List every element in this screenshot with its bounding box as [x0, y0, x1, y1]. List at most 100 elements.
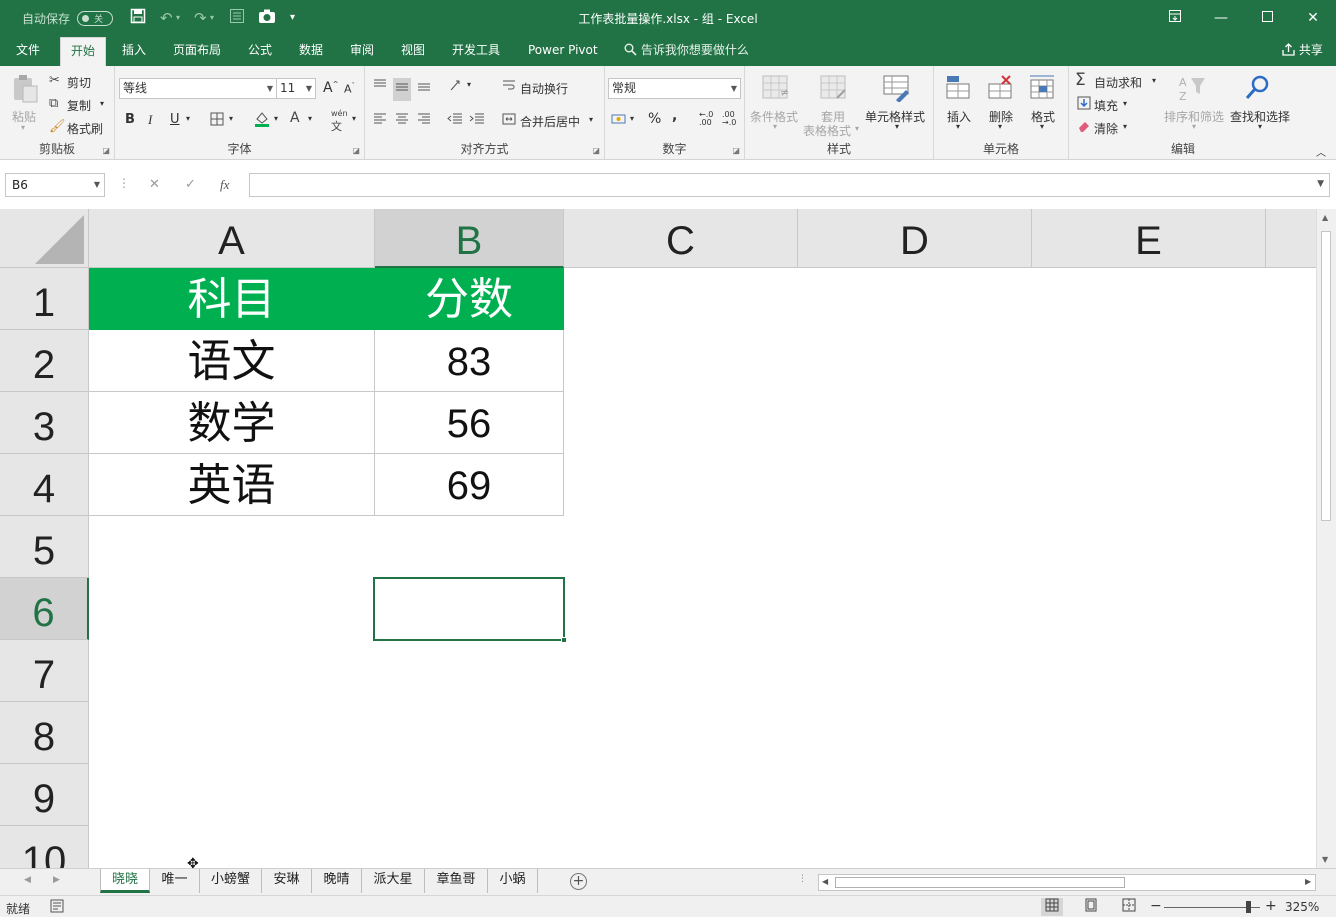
scroll-left-icon[interactable]: ◀ — [822, 877, 828, 886]
tab-insert[interactable]: 插入 — [112, 37, 156, 66]
cancel-entry-icon[interactable]: ✕ — [149, 177, 160, 192]
row-header-1[interactable]: 1 — [0, 268, 89, 330]
column-header-b[interactable]: B — [375, 209, 564, 268]
delete-dropdown-icon[interactable]: ▾ — [998, 122, 1002, 131]
confirm-entry-icon[interactable]: ✓ — [185, 177, 196, 192]
add-sheet-button[interactable]: + — [570, 873, 587, 890]
column-header-e[interactable]: E — [1032, 209, 1266, 268]
clear-button[interactable]: 清除 — [1094, 120, 1118, 137]
align-bottom-icon[interactable] — [417, 78, 431, 97]
align-top-icon[interactable] — [373, 78, 387, 97]
column-header-d[interactable]: D — [798, 209, 1032, 268]
cell-b2[interactable]: 83 — [375, 330, 564, 392]
percent-button[interactable]: % — [648, 111, 661, 127]
paste-dropdown-icon[interactable]: ▾ — [21, 123, 25, 132]
align-right-icon[interactable] — [417, 112, 431, 131]
phonetic-guide-button[interactable]: wén 文 — [331, 109, 348, 134]
wrap-text-button[interactable]: 自动换行 — [520, 80, 568, 97]
format-as-table-dropdown-icon[interactable]: ▾ — [855, 124, 859, 133]
tab-split-handle[interactable]: ⋮ — [798, 874, 807, 884]
zoom-slider-thumb[interactable] — [1246, 901, 1251, 913]
increase-indent-icon[interactable] — [469, 112, 485, 131]
cell-a1[interactable]: 科目 — [89, 268, 375, 330]
name-box[interactable]: B6 ▼ — [5, 173, 105, 197]
horizontal-scroll-thumb[interactable] — [835, 877, 1125, 888]
cell-a2[interactable]: 语文 — [89, 330, 375, 392]
orientation-dropdown-icon[interactable]: ▾ — [467, 80, 471, 89]
vertical-scrollbar[interactable]: ▲ ▼ — [1316, 209, 1336, 868]
expand-formula-icon[interactable]: ▼ — [1317, 179, 1324, 189]
scroll-down-icon[interactable]: ▼ — [1322, 855, 1328, 864]
format-as-table-icon[interactable] — [819, 74, 849, 104]
close-icon[interactable]: ✕ — [1301, 6, 1325, 30]
decrease-decimal-button[interactable]: .00 →.0 — [722, 111, 744, 127]
delete-cells-icon[interactable] — [986, 74, 1016, 104]
row-header-5[interactable]: 5 — [0, 516, 89, 578]
prev-sheet-icon[interactable]: ◀ — [24, 875, 31, 885]
number-format-combo[interactable]: 常规 ▼ — [608, 78, 741, 99]
bold-button[interactable]: B — [125, 112, 135, 127]
tab-formulas[interactable]: 公式 — [238, 37, 282, 66]
worksheet-grid[interactable]: A B C D E 1 2 3 4 5 6 7 8 9 10 科目 分数 语文 … — [0, 209, 1316, 868]
cell-styles-icon[interactable] — [882, 74, 912, 104]
format-painter-button[interactable]: 格式刷 — [67, 120, 103, 137]
fill-color-icon[interactable] — [254, 110, 270, 133]
increase-decimal-button[interactable]: ←.0 .00 — [699, 111, 721, 127]
tab-view[interactable]: 视图 — [391, 37, 435, 66]
row-header-2[interactable]: 2 — [0, 330, 89, 392]
conditional-format-icon[interactable]: ≠ — [761, 74, 791, 104]
find-select-icon[interactable] — [1243, 74, 1273, 104]
paste-icon[interactable] — [10, 74, 40, 104]
share-button[interactable]: 共享 — [1282, 37, 1323, 64]
cell-b1[interactable]: 分数 — [375, 268, 564, 330]
zoom-percent[interactable]: 325% — [1285, 900, 1319, 914]
currency-dropdown-icon[interactable]: ▾ — [630, 114, 634, 123]
cell-b3[interactable]: 56 — [375, 392, 564, 454]
italic-button[interactable]: I — [148, 112, 152, 128]
tab-power-pivot[interactable]: Power Pivot — [518, 37, 608, 66]
tab-file[interactable]: 文件 — [6, 37, 50, 66]
autosum-button[interactable]: 自动求和 — [1094, 74, 1142, 91]
row-header-7[interactable]: 7 — [0, 640, 89, 702]
font-color-dropdown-icon[interactable]: ▾ — [308, 114, 312, 123]
column-header-c[interactable]: C — [564, 209, 798, 268]
insert-function-button[interactable]: fx — [220, 177, 229, 193]
underline-dropdown-icon[interactable]: ▾ — [186, 114, 190, 123]
copy-dropdown-icon[interactable]: ▾ — [100, 99, 104, 108]
conditional-format-dropdown-icon[interactable]: ▾ — [773, 122, 777, 131]
borders-dropdown-icon[interactable]: ▾ — [229, 114, 233, 123]
grow-font-button[interactable]: A^ — [323, 80, 338, 96]
column-header-a[interactable]: A — [89, 209, 375, 268]
scroll-up-icon[interactable]: ▲ — [1322, 213, 1328, 222]
tell-me-search[interactable]: 告诉我你想要做什么 — [624, 37, 749, 64]
horizontal-scrollbar[interactable]: ◀ ▶ — [818, 874, 1316, 891]
borders-icon[interactable] — [210, 112, 224, 131]
insert-cells-icon[interactable] — [944, 74, 974, 104]
font-color-icon[interactable]: A — [290, 110, 300, 126]
row-header-6[interactable]: 6 — [0, 578, 89, 640]
copy-button[interactable]: 复制 — [67, 97, 91, 114]
sheet-tab-xiaoxiao[interactable]: 晓晓 — [100, 869, 150, 893]
merge-center-button[interactable]: 合并后居中 — [520, 113, 580, 130]
row-header-9[interactable]: 9 — [0, 764, 89, 826]
sheet-tab-paidaxing[interactable]: 派大星 — [362, 869, 425, 893]
merge-dropdown-icon[interactable]: ▾ — [589, 115, 593, 124]
zoom-in-button[interactable]: + — [1265, 898, 1277, 914]
clipboard-launcher-icon[interactable]: ◪ — [102, 146, 110, 155]
column-header-f[interactable] — [1266, 209, 1316, 268]
row-header-8[interactable]: 8 — [0, 702, 89, 764]
shrink-font-button[interactable]: Aˇ — [344, 82, 355, 96]
page-break-view-icon[interactable] — [1118, 898, 1140, 916]
sheet-tab-zhangyuge[interactable]: 章鱼哥 — [425, 869, 488, 893]
row-header-10[interactable]: 10 — [0, 826, 89, 868]
maximize-icon[interactable] — [1255, 6, 1279, 30]
font-launcher-icon[interactable]: ◪ — [352, 146, 360, 155]
align-left-icon[interactable] — [373, 112, 387, 131]
align-middle-icon[interactable] — [393, 78, 411, 101]
select-all-button[interactable] — [0, 209, 89, 268]
tab-review[interactable]: 审阅 — [340, 37, 384, 66]
vertical-scroll-thumb[interactable] — [1321, 231, 1331, 521]
formula-input[interactable]: ▼ — [249, 173, 1330, 197]
format-dropdown-icon[interactable]: ▾ — [1040, 122, 1044, 131]
fill-color-dropdown-icon[interactable]: ▾ — [274, 114, 278, 123]
